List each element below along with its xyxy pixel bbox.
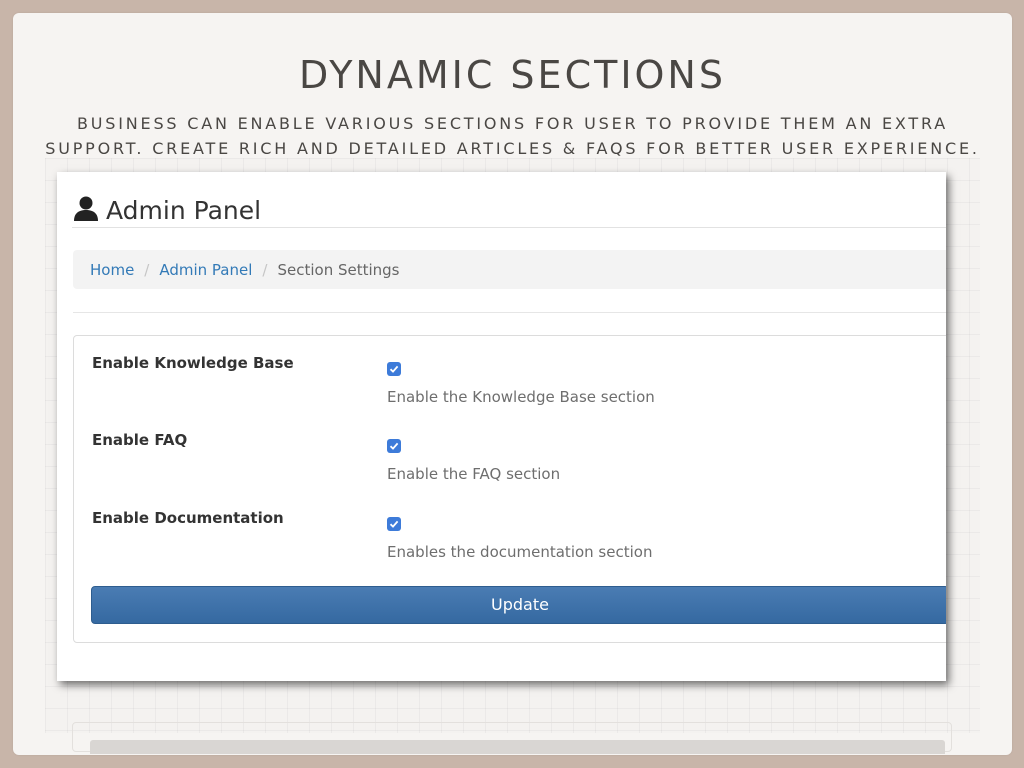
update-button[interactable]: Update — [91, 586, 946, 624]
check-icon — [389, 520, 399, 528]
setting-help: Enable the FAQ section — [387, 465, 561, 483]
setting-label: Enable Documentation — [92, 509, 284, 527]
slide-title: DYNAMIC SECTIONS — [299, 53, 726, 97]
setting-label: Enable Knowledge Base — [92, 354, 294, 372]
setting-help: Enables the documentation section — [387, 543, 653, 561]
page-title: Admin Panel — [106, 195, 262, 225]
documentation-checkbox[interactable] — [387, 517, 401, 531]
setting-help: Enable the Knowledge Base section — [387, 388, 655, 406]
breadcrumb-home[interactable]: Home — [90, 261, 134, 279]
breadcrumb-admin-panel[interactable]: Admin Panel — [159, 261, 252, 279]
slide-subtitle-line-1: Business can enable various sections for… — [77, 114, 948, 133]
check-icon — [389, 442, 399, 450]
header-divider — [72, 227, 946, 228]
check-icon — [389, 365, 399, 373]
section-settings-form: Enable Knowledge Base Enable the Knowled… — [73, 335, 946, 643]
section-divider — [73, 312, 946, 313]
background-button — [90, 740, 945, 754]
faq-checkbox[interactable] — [387, 439, 401, 453]
setting-row-faq: Enable FAQ Enable the FAQ section — [74, 431, 946, 501]
breadcrumb-separator: / — [144, 260, 150, 279]
slide-subtitle: Business can enable various sections for… — [13, 111, 1012, 161]
page-header: Admin Panel — [72, 190, 261, 230]
breadcrumb-separator: / — [262, 260, 268, 279]
admin-window: Admin Panel Home / Admin Panel / Section… — [57, 172, 946, 681]
breadcrumb: Home / Admin Panel / Section Settings — [73, 250, 946, 289]
breadcrumb-current: Section Settings — [277, 260, 400, 279]
setting-row-documentation: Enable Documentation Enables the documen… — [74, 509, 946, 579]
knowledge-base-checkbox[interactable] — [387, 362, 401, 376]
slide-subtitle-line-2: support. Create rich and detailed articl… — [45, 139, 980, 158]
setting-row-knowledge-base: Enable Knowledge Base Enable the Knowled… — [74, 354, 946, 424]
setting-label: Enable FAQ — [92, 431, 188, 449]
user-icon — [72, 194, 100, 226]
